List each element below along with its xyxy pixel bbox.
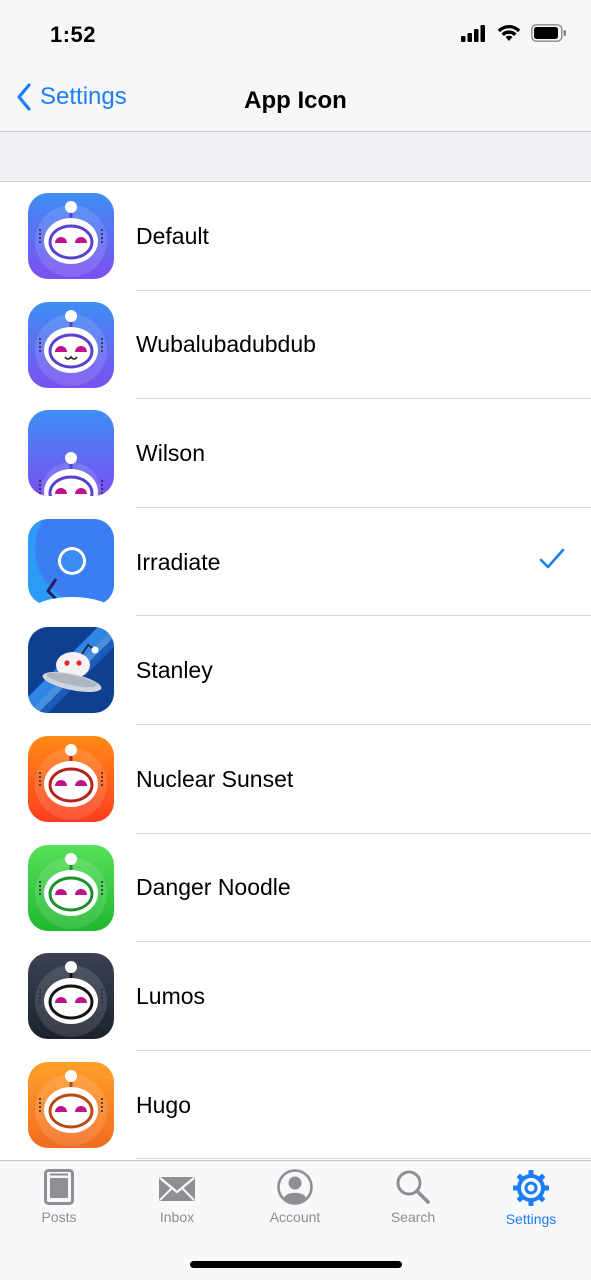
- tab-search[interactable]: Search: [354, 1169, 472, 1235]
- icon-row-wilson[interactable]: Wilson: [0, 399, 591, 508]
- icon-row-label: Irradiate: [136, 548, 221, 575]
- account-icon: [277, 1169, 313, 1205]
- icon-row-label: Wubalubadubdub: [136, 331, 316, 358]
- stanley-app-icon: [28, 627, 114, 714]
- wubalubadubdub-app-icon: [28, 301, 114, 388]
- status-bar: 1:52: [0, 0, 591, 70]
- inbox-icon: [159, 1177, 195, 1201]
- wilson-app-icon: [28, 410, 114, 497]
- app-icon-artwork: [28, 627, 114, 714]
- icon-row-lumos[interactable]: Lumos: [0, 942, 591, 1051]
- icon-row-label: Nuclear Sunset: [136, 765, 294, 792]
- home-indicator: [190, 1261, 402, 1268]
- icon-row-wubalubadubdub[interactable]: Wubalubadubdub: [0, 291, 591, 400]
- lumos-app-icon: [28, 953, 114, 1040]
- icon-row-label: Default: [136, 222, 209, 249]
- tab-inbox[interactable]: Inbox: [118, 1169, 236, 1235]
- icon-row-label: Hugo: [136, 1091, 191, 1118]
- hugo-app-icon: [28, 1061, 114, 1148]
- app-icon-artwork: [28, 518, 114, 605]
- app-icon-artwork: [28, 1061, 114, 1148]
- icon-row-label: Danger Noodle: [136, 874, 291, 901]
- app-icon-artwork: [28, 410, 114, 497]
- status-icons: [461, 24, 567, 42]
- tab-settings[interactable]: Settings: [472, 1169, 590, 1235]
- tab-posts[interactable]: Posts: [0, 1169, 118, 1235]
- tab-label: Account: [269, 1209, 321, 1225]
- checkmark-icon: [539, 548, 565, 569]
- status-time: 1:52: [50, 22, 97, 47]
- icon-row-default[interactable]: Default: [0, 182, 591, 291]
- app-icon-artwork: [28, 735, 114, 822]
- icon-row-label: Stanley: [136, 657, 213, 684]
- search-icon: [396, 1170, 430, 1204]
- navigation-bar: Settings App Icon: [0, 70, 591, 132]
- cellular-signal-icon: [461, 25, 485, 42]
- danger-noodle-app-icon: [28, 844, 114, 931]
- app-icon-artwork: [28, 301, 114, 388]
- posts-icon: [44, 1169, 74, 1205]
- icon-row-danger-noodle[interactable]: Danger Noodle: [0, 834, 591, 943]
- icon-row-stanley[interactable]: Stanley: [0, 616, 591, 725]
- app-icon-artwork: [28, 193, 114, 279]
- wifi-icon: [497, 25, 521, 41]
- tab-label: Settings: [505, 1211, 557, 1227]
- icon-row-nuclear-sunset[interactable]: Nuclear Sunset: [0, 725, 591, 834]
- gear-icon: [513, 1170, 549, 1206]
- section-header-spacer: [0, 133, 591, 182]
- tab-label: Search: [390, 1209, 436, 1225]
- icon-row-label: Wilson: [136, 439, 206, 466]
- tab-label: Inbox: [159, 1209, 195, 1225]
- battery-icon: [531, 24, 566, 42]
- default-app-icon: [28, 193, 114, 279]
- irradiate-app-icon: [28, 518, 114, 605]
- tab-label: Posts: [41, 1209, 77, 1225]
- tab-account[interactable]: Account: [236, 1169, 354, 1235]
- page-title: App Icon: [244, 87, 347, 114]
- icon-row-irradiate[interactable]: Irradiate: [0, 508, 591, 617]
- app-icon-artwork: [28, 953, 114, 1040]
- nuclear-sunset-app-icon: [28, 735, 114, 822]
- icon-row-label: Lumos: [136, 982, 206, 1009]
- app-icon-list: Default Wubalubadubdub Wilson Irradiate …: [0, 182, 591, 1160]
- icon-row-hugo[interactable]: Hugo: [0, 1051, 591, 1160]
- app-icon-artwork: [28, 844, 114, 931]
